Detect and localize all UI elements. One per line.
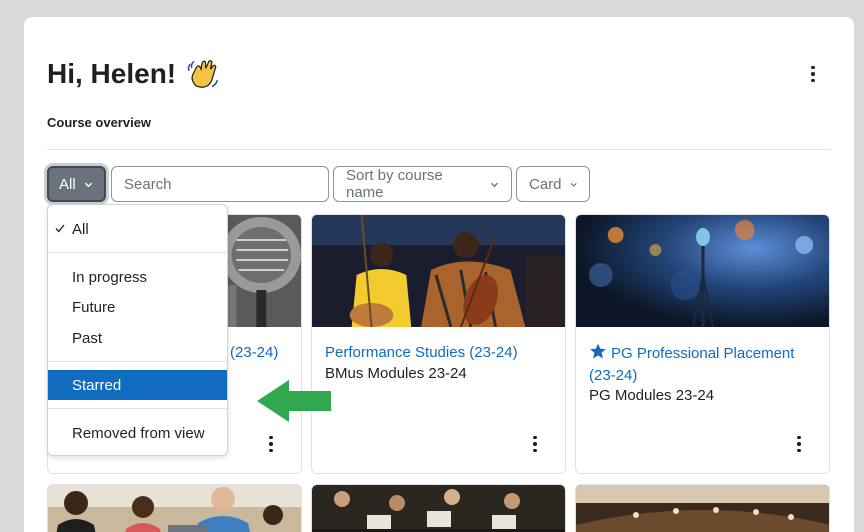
menu-divider — [48, 408, 227, 409]
course-actions-button[interactable] — [789, 433, 809, 455]
course-card[interactable]: PG Professional Placement (23-24) PG Mod… — [575, 214, 830, 474]
chevron-down-icon — [84, 182, 92, 187]
menu-item-label: Removed from view — [72, 424, 205, 442]
menu-item-label: All — [72, 220, 89, 238]
chevron-down-icon — [570, 182, 577, 187]
course-actions-button[interactable] — [261, 433, 281, 455]
search-field[interactable] — [111, 166, 329, 202]
menu-item-label: Future — [72, 298, 116, 316]
course-image — [48, 485, 301, 532]
menu-item-label: In progress — [72, 268, 148, 286]
menu-divider — [48, 361, 227, 362]
sort-label: Sort by course name — [346, 167, 443, 201]
star-icon[interactable] — [589, 342, 607, 360]
filter-label: All — [59, 175, 76, 193]
greeting-text: Hi, Helen! — [47, 58, 177, 89]
course-card[interactable] — [47, 484, 302, 532]
view-label: Card — [529, 175, 562, 193]
course-card[interactable] — [575, 484, 830, 532]
page-title: Hi, Helen! — [47, 57, 220, 91]
check-icon — [55, 224, 65, 233]
page-actions-menu-button[interactable] — [803, 63, 823, 85]
course-title[interactable]: PG Professional Placement (23-24) — [589, 342, 819, 387]
divider — [47, 149, 831, 150]
sort-dropdown-button[interactable]: Sort by course name — [333, 166, 512, 202]
course-image — [576, 215, 829, 327]
menu-item-in-progress[interactable]: In progress — [48, 262, 227, 292]
menu-item-all[interactable]: All — [48, 214, 227, 244]
course-category: BMus Modules 23-24 — [325, 365, 467, 382]
course-title[interactable]: Performance Studies (23-24) — [325, 342, 555, 364]
menu-item-removed-from-view[interactable]: Removed from view — [48, 418, 227, 448]
dashboard-panel: Hi, Helen! Course overview (23-24) Perfo… — [24, 17, 854, 532]
search-input[interactable] — [124, 175, 316, 193]
course-overview-heading: Course overview — [47, 115, 152, 130]
course-card[interactable] — [311, 484, 566, 532]
course-category: PG Modules 23-24 — [589, 387, 715, 404]
course-title-text[interactable]: PG Professional Placement (23-24) — [589, 345, 794, 384]
menu-item-label: Past — [72, 329, 103, 347]
menu-item-past[interactable]: Past — [48, 323, 227, 353]
filter-dropdown-menu: All In progress Future Past Starred Remo… — [47, 204, 228, 456]
menu-item-future[interactable]: Future — [48, 292, 227, 322]
arrow-left-icon — [257, 380, 331, 422]
menu-item-label: Starred — [72, 376, 122, 394]
course-card[interactable]: Performance Studies (23-24) BMus Modules… — [311, 214, 566, 474]
course-title[interactable]: (23-24) — [230, 342, 291, 364]
filter-dropdown-button[interactable]: All — [47, 166, 106, 202]
course-image — [312, 215, 565, 327]
course-image — [312, 485, 565, 532]
chevron-down-icon — [490, 182, 499, 187]
menu-item-starred[interactable]: Starred — [48, 370, 227, 400]
course-actions-button[interactable] — [525, 433, 545, 455]
course-image — [576, 485, 829, 532]
menu-divider — [48, 252, 227, 253]
waving-hand-icon — [187, 60, 219, 88]
view-dropdown-button[interactable]: Card — [516, 166, 590, 202]
